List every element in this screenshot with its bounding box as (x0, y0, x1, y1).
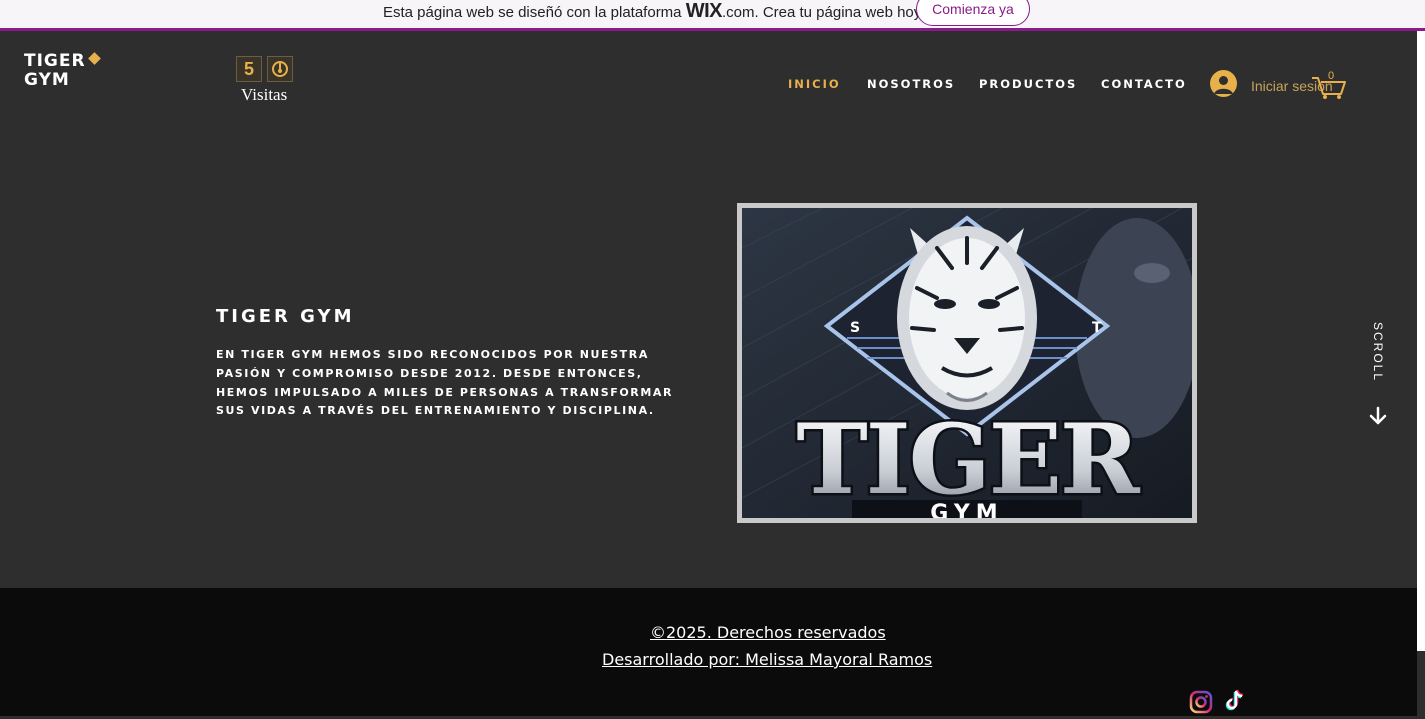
wix-promo-banner: Esta página web se diseñó con la platafo… (0, 0, 1425, 31)
nav-nosotros[interactable]: NOSOTROS (867, 77, 955, 91)
emblem-letter-left: S (850, 320, 860, 336)
wix-brand: WIX (685, 0, 723, 22)
hero-logo-image: S T TIGER GYM (737, 203, 1197, 523)
nav-contacto[interactable]: CONTACTO (1101, 77, 1187, 91)
cart-count: 0 (1328, 70, 1334, 82)
logo-line-1: TIGER (24, 51, 86, 71)
developer-credit-link[interactable]: Desarrollado por: Melissa Mayoral Ramos (602, 650, 932, 669)
hero-description: EN TIGER GYM HEMOS SIDO RECONOCIDOS POR … (216, 348, 674, 418)
hero-title: TIGER GYM (216, 306, 355, 327)
visits-label: Visitas (241, 85, 288, 104)
shopping-cart-icon[interactable]: 0 (1310, 68, 1348, 100)
visit-count: 5 (236, 56, 262, 82)
copyright-link[interactable]: ©2025. Derechos reservados (650, 623, 886, 642)
start-now-button[interactable]: Comienza ya (916, 0, 1030, 26)
emblem-sub-text: GYM (930, 501, 1003, 518)
site-header: TIGER GYM 5 Visitas INICIO NOSOTROS PROD… (0, 34, 1417, 154)
tiger-gym-emblem: S T TIGER GYM (742, 208, 1192, 518)
nav-productos[interactable]: PRODUCTOS (979, 77, 1077, 91)
emblem-main-text: TIGER (796, 403, 1141, 516)
diamond-icon (88, 52, 101, 65)
arrow-down-icon[interactable] (1368, 405, 1388, 427)
emblem-letter-right: T (1092, 320, 1102, 336)
logo-line-2: GYM (24, 70, 70, 90)
wix-promo-text: Esta página web se diseñó con la platafo… (383, 0, 925, 22)
site-logo[interactable]: TIGER GYM (24, 51, 101, 90)
tiktok-icon[interactable] (1223, 688, 1247, 712)
fingerprint-icon (267, 56, 293, 82)
scroll-label: SCROLL (1371, 322, 1385, 383)
instagram-icon[interactable] (1189, 690, 1213, 714)
user-avatar-icon[interactable] (1210, 70, 1237, 97)
nav-inicio[interactable]: INICIO (788, 77, 841, 91)
page-scrollbar[interactable] (1417, 31, 1425, 651)
